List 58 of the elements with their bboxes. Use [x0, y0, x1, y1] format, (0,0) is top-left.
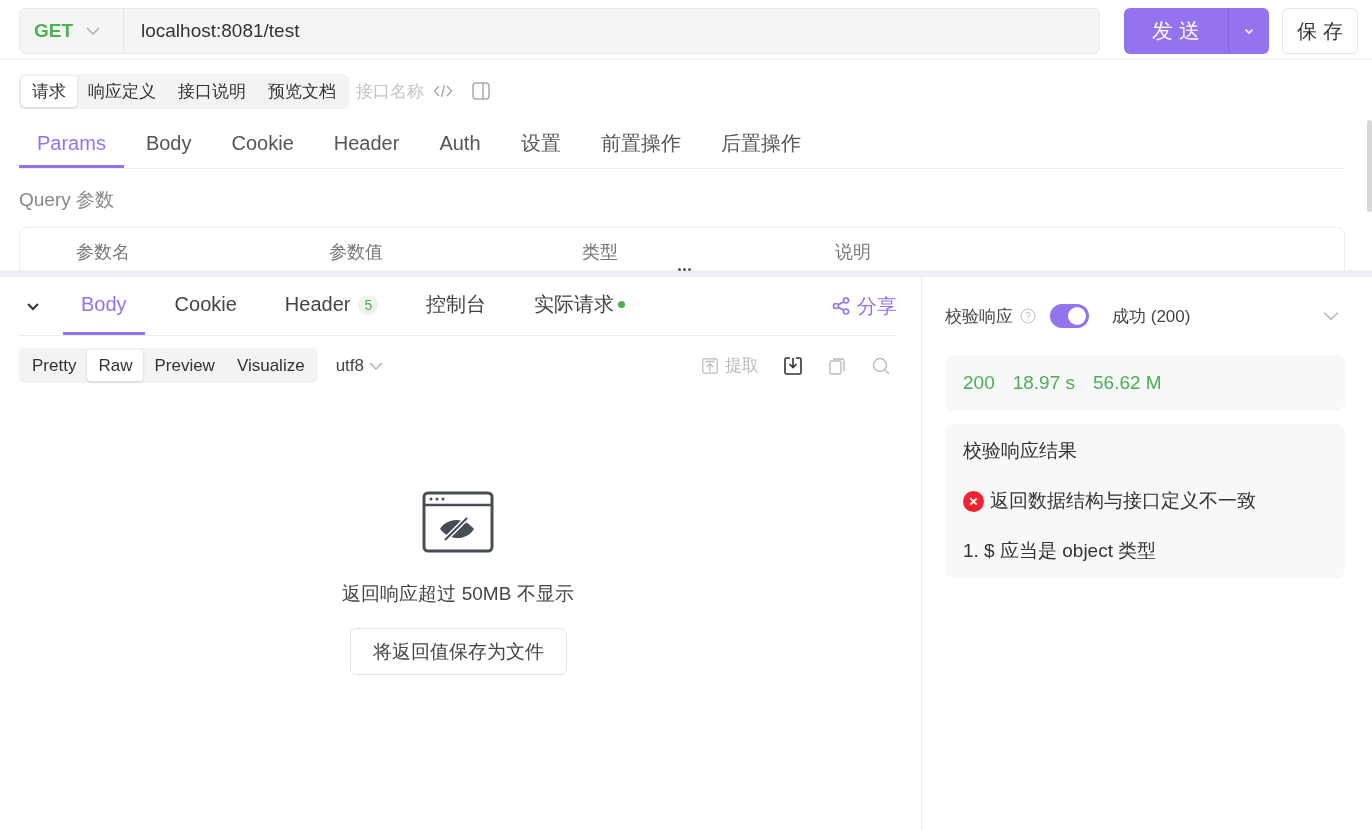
request-tab[interactable]: Params	[19, 120, 124, 168]
count-badge: 5	[358, 294, 379, 315]
validation-toggle[interactable]	[1050, 304, 1089, 328]
request-tab[interactable]: 前置操作	[582, 120, 699, 168]
send-button[interactable]: 发送	[1124, 8, 1228, 54]
result-title: 校验响应结果	[963, 439, 1078, 463]
metric-value: 18.97 s	[1012, 372, 1076, 394]
request-tab[interactable]: Header	[315, 120, 418, 168]
download-icon[interactable]	[783, 355, 803, 376]
response-tab[interactable]: Body	[63, 277, 145, 335]
status-select[interactable]: 成功 (200)	[1112, 304, 1191, 328]
request-tab[interactable]: Auth	[421, 120, 499, 168]
format-tab[interactable]: Preview	[143, 350, 226, 381]
share-icon	[831, 296, 851, 316]
response-tab[interactable]: Cookie	[156, 277, 255, 335]
column-header: 参数名	[76, 241, 131, 264]
view-tab[interactable]: 预览文档	[257, 75, 347, 107]
hidden-window-icon	[422, 491, 494, 553]
view-tab[interactable]: 接口说明	[167, 75, 257, 107]
search-icon[interactable]	[871, 355, 891, 376]
metric-value: 200	[963, 372, 995, 394]
side-panel-icon[interactable]	[471, 81, 491, 101]
url-field[interactable]: GET localhost:8081/test	[19, 8, 1100, 54]
error-message: 返回数据结构与接口定义不一致	[990, 489, 1256, 513]
extract-icon	[701, 356, 719, 375]
scrollbar[interactable]	[1367, 120, 1372, 212]
response-tab[interactable]: Header 5	[266, 277, 397, 335]
request-tab[interactable]: Cookie	[213, 120, 312, 168]
request-tab[interactable]: Body	[127, 120, 210, 168]
validation-label: 校验响应	[945, 305, 1013, 328]
format-tab[interactable]: Raw	[87, 350, 144, 381]
share-link[interactable]: 分享	[831, 292, 897, 320]
column-header: 说明	[835, 241, 872, 264]
empty-message: 返回响应超过 50MB 不显示	[342, 582, 574, 606]
method-text: GET	[34, 20, 74, 42]
resize-handle[interactable]	[678, 268, 691, 271]
encoding-select[interactable]: utf8	[335, 355, 384, 376]
response-tab[interactable]: 控制台	[408, 277, 505, 335]
view-tab[interactable]: 请求	[21, 75, 77, 107]
response-tab[interactable]: 实际请求	[516, 277, 644, 335]
send-menu-button[interactable]	[1228, 8, 1269, 54]
format-tab[interactable]: Pretty	[21, 350, 88, 381]
help-icon[interactable]	[1020, 308, 1036, 324]
detail-text: 1. $ 应当是 object 类型	[963, 539, 1158, 563]
request-tab[interactable]: 设置	[502, 120, 579, 168]
column-header: 类型	[582, 241, 619, 264]
format-tab[interactable]: Visualize	[225, 350, 316, 381]
copy-icon[interactable]	[827, 355, 847, 376]
url-text: localhost:8081/test	[140, 20, 300, 42]
section-title: Query 参数	[19, 188, 116, 212]
error-icon	[963, 490, 984, 512]
request-tab[interactable]: 后置操作	[702, 120, 819, 168]
view-tab[interactable]: 响应定义	[77, 75, 167, 107]
code-icon[interactable]	[433, 83, 453, 99]
column-header: 参数值	[329, 241, 384, 264]
save-button[interactable]: 保存	[1282, 8, 1358, 54]
metric-value: 56.62 M	[1093, 372, 1162, 394]
save-to-file-button[interactable]: 将返回值保存为文件	[349, 628, 567, 675]
